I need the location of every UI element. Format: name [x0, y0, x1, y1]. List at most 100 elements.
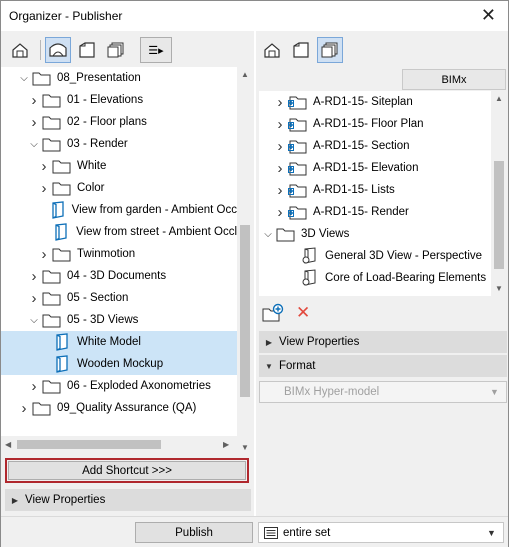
expand-chevron-icon[interactable]: › [273, 182, 287, 199]
folder-icon [41, 289, 63, 307]
expand-chevron-icon[interactable]: › [27, 290, 41, 307]
scroll-up-icon[interactable]: ▲ [495, 94, 503, 103]
expand-chevron-icon[interactable]: › [27, 268, 41, 285]
tree-item-05-3d-views[interactable]: ⌵ 05 - 3D Views [1, 309, 237, 331]
menu-button[interactable]: ☰▸ [140, 37, 172, 63]
set-scope-select[interactable]: entire set ▼ [258, 522, 504, 543]
collapse-chevron-icon[interactable]: ⌵ [261, 229, 275, 240]
tree-item-label: A-RD1-15- Siteplan [313, 96, 413, 108]
tree-item-a-rd1-15-siteplan[interactable]: › A-RD1-15- Siteplan [259, 91, 491, 113]
tree-item-3d-views[interactable]: ⌵ 3D Views [259, 223, 491, 245]
tree-item-color[interactable]: › Color [1, 177, 237, 199]
h-scroll-thumb[interactable] [17, 440, 161, 449]
tree-item-04-3d-documents[interactable]: › 04 - 3D Documents [1, 265, 237, 287]
tree-item-label: 05 - 3D Views [67, 314, 139, 326]
left-view-properties-section[interactable]: ▶ View Properties [5, 489, 251, 511]
right-view-properties-label: View Properties [279, 336, 360, 348]
tree-item-view-from-street-ambient-occl[interactable]: View from street - Ambient Occl [1, 221, 237, 243]
tree-item-twinmotion[interactable]: › Twinmotion [1, 243, 237, 265]
expand-chevron-icon[interactable]: › [17, 400, 31, 417]
expand-chevron-icon[interactable]: › [273, 138, 287, 155]
right-vertical-scrollbar[interactable]: ▲ ▼ [491, 91, 507, 296]
tree-item-05-section[interactable]: › 05 - Section [1, 287, 237, 309]
add-shortcut-button[interactable]: Add Shortcut >>> [8, 461, 246, 480]
expand-chevron-icon[interactable]: › [27, 114, 41, 131]
tree-item-a-rd1-15-section[interactable]: › A-RD1-15- Section [259, 135, 491, 157]
left-vertical-scrollbar[interactable]: ▲ ▼ [237, 67, 253, 455]
left-horizontal-scrollbar[interactable]: ◀ ▶ [1, 436, 237, 453]
expand-chevron-icon[interactable]: › [273, 204, 287, 221]
tree-item-06-exploded-axonometries[interactable]: › 06 - Exploded Axonometries [1, 375, 237, 397]
folder-icon [51, 157, 73, 175]
collapse-chevron-icon[interactable]: ⌵ [17, 73, 31, 84]
tree-item-label: View from garden - Ambient Occ [71, 204, 237, 216]
scroll-down-icon[interactable]: ▼ [495, 284, 503, 293]
hyperlink-folder-icon [287, 181, 309, 199]
tree-item-09-quality-assurance-qa[interactable]: › 09_Quality Assurance (QA) [1, 397, 237, 419]
folder-icon [31, 399, 53, 417]
scroll-thumb[interactable] [240, 225, 250, 397]
view-map-icon[interactable] [45, 37, 71, 63]
scroll-up-icon[interactable]: ▲ [241, 70, 249, 79]
tree-item-white-model[interactable]: White Model [1, 331, 237, 353]
expand-chevron-icon[interactable]: › [273, 160, 287, 177]
scroll-right-icon[interactable]: ▶ [223, 440, 229, 449]
collapse-chevron-icon[interactable]: ⌵ [27, 315, 41, 326]
tree-item-08-presentation[interactable]: ⌵ 08_Presentation [1, 67, 237, 89]
expand-chevron-icon[interactable]: › [273, 94, 287, 111]
expand-chevron-icon[interactable]: › [27, 92, 41, 109]
menu-icon: ☰▸ [148, 44, 164, 57]
set-scope-value: entire set [283, 526, 331, 539]
3d-view-icon [51, 223, 72, 241]
tree-item-view-from-garden-ambient-occ[interactable]: View from garden - Ambient Occ [1, 199, 237, 221]
expand-chevron-icon[interactable]: › [273, 116, 287, 133]
list-icon [259, 526, 283, 539]
tree-item-01-elevations[interactable]: › 01 - Elevations [1, 89, 237, 111]
toolbar-separator [40, 40, 41, 60]
tree-item-label: 03 - Render [67, 138, 128, 150]
tree-item-03-render[interactable]: ⌵ 03 - Render [1, 133, 237, 155]
new-folder-icon[interactable] [262, 303, 284, 323]
expand-chevron-icon[interactable]: › [37, 180, 51, 197]
tree-item-a-rd1-15-floor-plan[interactable]: › A-RD1-15- Floor Plan [259, 113, 491, 135]
expand-chevron-icon[interactable]: › [37, 246, 51, 263]
3d-view-icon [48, 201, 68, 219]
folder-icon [51, 179, 73, 197]
publish-button[interactable]: Publish [135, 522, 253, 543]
tree-item-a-rd1-15-elevation[interactable]: › A-RD1-15- Elevation [259, 157, 491, 179]
chevron-down-icon: ▼ [490, 387, 499, 397]
tree-item-white[interactable]: › White [1, 155, 237, 177]
3d-view-icon [51, 355, 73, 373]
right-view-properties-section[interactable]: ▶ View Properties [259, 331, 507, 353]
format-section[interactable]: ▼ Format [259, 355, 507, 377]
layout-book-icon[interactable] [74, 37, 100, 63]
folder-icon [41, 135, 63, 153]
project-map-icon[interactable] [7, 37, 33, 63]
tree-item-wooden-mockup[interactable]: Wooden Mockup [1, 353, 237, 375]
close-icon[interactable]: ✕ [481, 5, 496, 26]
folder-icon [41, 267, 63, 285]
expand-chevron-icon[interactable]: › [27, 378, 41, 395]
tree-item-label: Color [77, 182, 105, 194]
scroll-left-icon[interactable]: ◀ [5, 440, 11, 449]
tree-item-label: White Model [77, 336, 141, 348]
format-dropdown[interactable]: BIMx Hyper-model ▼ [259, 381, 507, 403]
tree-item-label: 01 - Elevations [67, 94, 144, 106]
project-map-icon[interactable] [259, 37, 285, 63]
bimx-tab[interactable]: BIMx [402, 69, 506, 90]
collapse-chevron-icon[interactable]: ⌵ [27, 139, 41, 150]
tree-item-label: 02 - Floor plans [67, 116, 147, 128]
tree-item-label: A-RD1-15- Floor Plan [313, 118, 424, 130]
delete-icon[interactable]: ✕ [296, 303, 310, 323]
tree-item-02-floor-plans[interactable]: › 02 - Floor plans [1, 111, 237, 133]
tree-item-a-rd1-15-render[interactable]: › A-RD1-15- Render [259, 201, 491, 223]
expand-chevron-icon[interactable]: › [37, 158, 51, 175]
scroll-down-icon[interactable]: ▼ [241, 443, 249, 452]
layout-book-icon[interactable] [317, 37, 343, 63]
tree-item-a-rd1-15-lists[interactable]: › A-RD1-15- Lists [259, 179, 491, 201]
tree-item-core-of-load-bearing-elements[interactable]: Core of Load-Bearing Elements [259, 267, 491, 289]
view-map-icon[interactable] [288, 37, 314, 63]
tree-item-general-3d-view-perspective[interactable]: General 3D View - Perspective [259, 245, 491, 267]
publisher-sets-icon[interactable] [103, 37, 129, 63]
scroll-thumb[interactable] [494, 161, 504, 269]
